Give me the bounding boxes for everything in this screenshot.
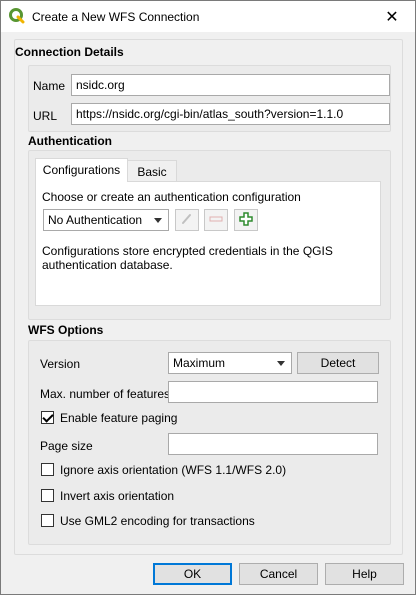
authentication-group: Configurations Basic Choose or create an… xyxy=(28,150,391,320)
url-label: URL xyxy=(33,109,58,123)
auth-info-line1: Configurations store encrypted credentia… xyxy=(42,244,333,258)
invert-axis-checkbox[interactable] xyxy=(41,489,54,502)
chevron-down-icon xyxy=(277,361,285,366)
version-label: Version xyxy=(40,357,81,371)
auth-config-value: No Authentication xyxy=(48,213,143,227)
configurations-pane: Choose or create an authentication confi… xyxy=(35,181,381,306)
gml2-checkbox[interactable] xyxy=(41,514,54,527)
wfs-options-group: Version Maximum Detect Max. number of fe… xyxy=(28,340,391,545)
qgis-logo-icon xyxy=(9,8,25,24)
page-size-input[interactable] xyxy=(168,433,378,455)
name-input[interactable]: nsidc.org xyxy=(71,74,390,96)
url-input[interactable]: https://nsidc.org/cgi-bin/atlas_south?ve… xyxy=(71,103,390,125)
add-config-button[interactable] xyxy=(234,209,258,231)
cancel-button[interactable]: Cancel xyxy=(239,563,318,585)
enable-paging-checkbox[interactable] xyxy=(41,411,54,424)
authentication-title: Authentication xyxy=(28,134,112,148)
auth-prompt: Choose or create an authentication confi… xyxy=(42,190,301,204)
auth-info-line2: authentication database. xyxy=(42,258,173,272)
add-icon xyxy=(238,211,254,230)
edit-config-button[interactable] xyxy=(175,209,199,231)
window-title: Create a New WFS Connection xyxy=(32,10,200,24)
close-button[interactable]: ✕ xyxy=(369,1,415,32)
chevron-down-icon xyxy=(154,218,162,223)
remove-config-button[interactable] xyxy=(204,209,228,231)
name-label: Name xyxy=(33,79,66,93)
help-button[interactable]: Help xyxy=(325,563,404,585)
connection-details-title: Connection Details xyxy=(15,45,124,59)
auth-config-select[interactable]: No Authentication xyxy=(43,209,169,231)
enable-paging-label: Enable feature paging xyxy=(60,411,178,425)
detect-button[interactable]: Detect xyxy=(297,352,379,374)
version-select[interactable]: Maximum xyxy=(168,352,292,374)
max-features-label: Max. number of features xyxy=(40,387,171,401)
dialog-body: Connection Details Name nsidc.org URL ht… xyxy=(14,39,403,555)
connection-details-group: Name nsidc.org URL https://nsidc.org/cgi… xyxy=(28,65,391,132)
remove-icon xyxy=(208,212,224,229)
invert-axis-label: Invert axis orientation xyxy=(60,489,175,503)
page-size-label: Page size xyxy=(40,439,93,453)
ok-button[interactable]: OK xyxy=(153,563,232,585)
tab-configurations[interactable]: Configurations xyxy=(35,158,128,182)
dialog-window: Create a New WFS Connection ✕ Connection… xyxy=(0,0,416,595)
ignore-axis-checkbox[interactable] xyxy=(41,463,54,476)
title-bar: Create a New WFS Connection ✕ xyxy=(1,1,415,32)
tab-basic[interactable]: Basic xyxy=(127,160,177,183)
ignore-axis-label: Ignore axis orientation (WFS 1.1/WFS 2.0… xyxy=(60,463,287,477)
version-value: Maximum xyxy=(173,356,226,370)
pencil-icon xyxy=(180,212,194,229)
max-features-input[interactable] xyxy=(168,381,378,403)
gml2-label: Use GML2 encoding for transactions xyxy=(60,514,255,528)
wfs-options-title: WFS Options xyxy=(28,323,104,337)
